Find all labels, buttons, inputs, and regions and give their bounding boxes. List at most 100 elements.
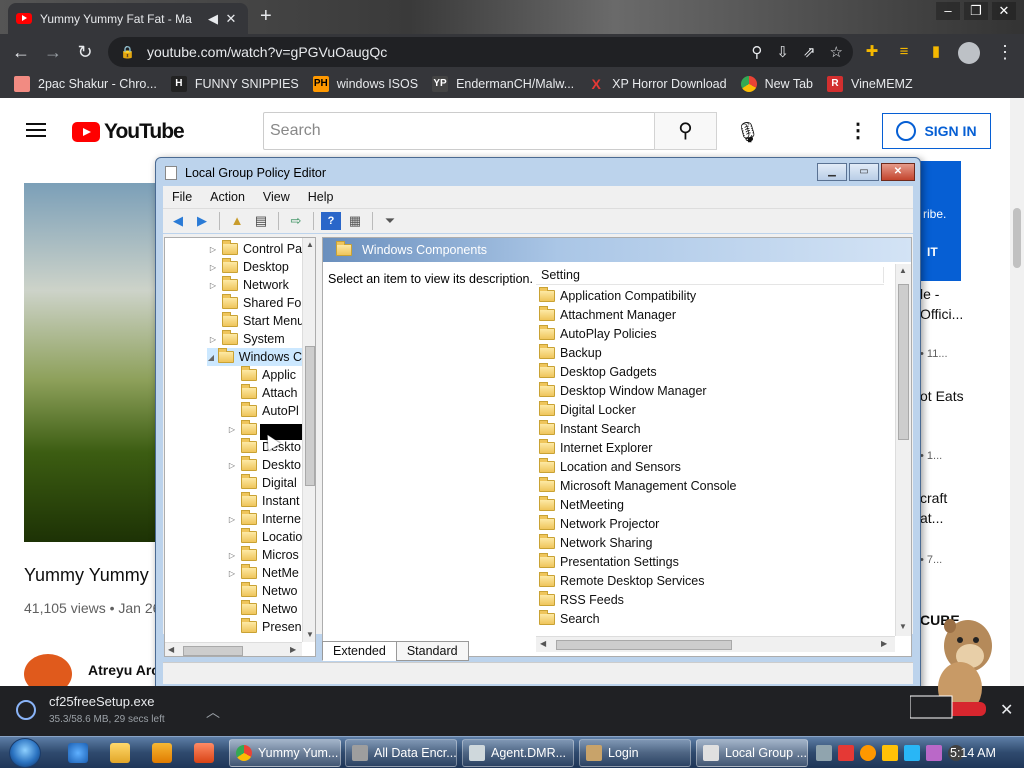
taskbar-item-encrypt[interactable]: All Data Encr...	[345, 739, 457, 767]
column-divider[interactable]	[883, 267, 884, 283]
list-item[interactable]: Desktop Window Manager	[536, 381, 891, 400]
tree-item[interactable]: Attach	[226, 384, 297, 402]
related-video-title[interactable]: le -	[920, 286, 939, 302]
tree-item[interactable]: ▷ Desktop	[207, 258, 289, 276]
minimize-icon[interactable]: ▁	[817, 163, 847, 181]
related-video-title[interactable]: at...	[920, 510, 943, 526]
tree-item[interactable]: ▷ Control Pa	[207, 240, 302, 258]
expand-arrow-icon[interactable]: ▷	[226, 461, 238, 470]
window-titlebar[interactable]: Local Group Policy Editor ▁ ▭ ✕	[156, 158, 920, 186]
list-item[interactable]: NetMeeting	[536, 495, 891, 514]
restore-icon[interactable]: ❐	[964, 2, 988, 20]
tray-app-icon[interactable]	[816, 745, 832, 761]
tray-search-icon[interactable]	[860, 745, 876, 761]
tree-item[interactable]: Netwo	[226, 582, 297, 600]
scroll-up-icon[interactable]: ▲	[306, 240, 314, 249]
chevron-up-icon[interactable]: ︿	[206, 702, 220, 722]
list-horizontal-scrollbar[interactable]: ◀ ▶	[536, 636, 895, 652]
tree-horizontal-scrollbar[interactable]: ◀ ▶	[165, 642, 302, 656]
tab-audio-icon[interactable]: ◀︎	[204, 11, 222, 27]
tree-item[interactable]: ▷ Interne	[226, 510, 301, 528]
bookmark-item[interactable]: YP EndermanCH/Malw...	[432, 76, 574, 92]
taskbar-item-chrome[interactable]: Yummy Yum...	[229, 739, 341, 767]
list-item[interactable]: Microsoft Management Console	[536, 476, 891, 495]
menu-view[interactable]: View	[263, 190, 290, 204]
scrollbar-thumb[interactable]	[183, 646, 243, 656]
maximize-icon[interactable]: ▭	[849, 163, 879, 181]
browser-tab[interactable]: Yummy Yummy Fat Fat - Ma ◀︎ ✕	[8, 3, 248, 34]
close-icon[interactable]: ✕	[992, 2, 1016, 20]
minimize-icon[interactable]: –	[936, 2, 960, 20]
youtube-search-button[interactable]: ⚲	[654, 112, 717, 150]
tab-close-icon[interactable]: ✕	[222, 11, 240, 27]
scroll-down-icon[interactable]: ▼	[306, 630, 314, 639]
related-video-title[interactable]: craft	[920, 490, 947, 506]
list-item[interactable]: Application Compatibility	[536, 286, 891, 305]
tree-item[interactable]: ▷ System	[207, 330, 285, 348]
taskbar-item-login[interactable]: Login	[579, 739, 691, 767]
bookmark-item[interactable]: X XP Horror Download	[588, 76, 727, 92]
youtube-search-input[interactable]: Search	[263, 112, 655, 150]
tab-extended[interactable]: Extended	[322, 641, 397, 661]
close-icon[interactable]: ✕	[881, 163, 915, 181]
forward-arrow-icon[interactable]: ▶	[192, 212, 212, 230]
tree-item[interactable]: ▷ NetMe	[226, 564, 299, 582]
menu-action[interactable]: Action	[210, 190, 245, 204]
profile-avatar-icon[interactable]	[958, 42, 980, 64]
more-options-icon[interactable]: ⋮	[848, 118, 868, 143]
new-tab-button[interactable]: +	[260, 6, 272, 26]
file-explorer-icon[interactable]	[110, 743, 130, 763]
video-player[interactable]	[24, 183, 160, 542]
reload-icon[interactable]: ↻	[70, 37, 100, 67]
download-progress-icon[interactable]	[16, 700, 36, 720]
scroll-left-icon[interactable]: ◀	[540, 639, 546, 648]
list-item[interactable]: Backup	[536, 343, 891, 362]
address-bar[interactable]: 🔒 youtube.com/watch?v=gPGVuOaugQc ⚲ ⇩ ⇗ …	[108, 37, 853, 67]
scroll-up-icon[interactable]: ▲	[899, 266, 907, 275]
filter-icon[interactable]: ⏷	[380, 212, 400, 230]
scroll-right-icon[interactable]: ▶	[881, 639, 887, 648]
youtube-logo[interactable]: YouTube	[72, 120, 185, 144]
tree-item[interactable]: Applic	[226, 366, 296, 384]
scrollbar-thumb[interactable]	[305, 346, 315, 486]
taskbar-clock[interactable]: 5:14 AM	[950, 746, 996, 760]
list-item[interactable]: Search	[536, 609, 891, 628]
list-item[interactable]: Network Sharing	[536, 533, 891, 552]
microphone-icon[interactable]: 🎙	[735, 120, 760, 145]
show-hide-tree-icon[interactable]: ▤	[251, 212, 271, 230]
scrollbar-thumb[interactable]	[556, 640, 732, 650]
tree-item[interactable]: Digital	[226, 474, 297, 492]
list-item[interactable]: Internet Explorer	[536, 438, 891, 457]
list-item[interactable]: Instant Search	[536, 419, 891, 438]
download-filename[interactable]: cf25freeSetup.exe	[49, 694, 155, 709]
scroll-right-icon[interactable]: ▶	[290, 645, 296, 654]
scrollbar-thumb[interactable]	[1013, 208, 1021, 268]
column-header-setting[interactable]: Setting	[536, 265, 884, 285]
tree-item[interactable]: Netwo	[226, 600, 297, 618]
list-item[interactable]: Location and Sensors	[536, 457, 891, 476]
back-arrow-icon[interactable]: ◀	[168, 212, 188, 230]
expand-arrow-icon[interactable]: ▷	[207, 245, 219, 254]
page-scrollbar[interactable]	[1010, 98, 1024, 686]
menu-file[interactable]: File	[172, 190, 192, 204]
app-icon[interactable]	[194, 743, 214, 763]
related-video-title[interactable]: Offici...	[920, 306, 963, 322]
side-panel-icon[interactable]: ▮	[926, 42, 946, 62]
list-item[interactable]: AutoPlay Policies	[536, 324, 891, 343]
taskbar-item-group-policy[interactable]: Local Group ...	[696, 739, 808, 767]
media-queue-icon[interactable]: ≡	[894, 42, 914, 62]
tree-item[interactable]: ▷ Micros	[226, 546, 299, 564]
bookmark-item[interactable]: New Tab	[740, 76, 813, 92]
expand-arrow-icon[interactable]: ▷	[226, 551, 238, 560]
export-list-icon[interactable]: ⇨	[286, 212, 306, 230]
tray-monitor-icon[interactable]	[904, 745, 920, 761]
tree-item[interactable]: Presen	[226, 618, 302, 636]
hamburger-menu-icon[interactable]	[26, 123, 46, 137]
sign-in-button[interactable]: SIGN IN	[882, 113, 991, 149]
expand-arrow-icon[interactable]: ▷	[226, 569, 238, 578]
tray-speaker-icon[interactable]	[926, 745, 942, 761]
tree-item-selected[interactable]: ◢ Windows C	[207, 348, 302, 366]
search-icon[interactable]: ⚲	[751, 43, 762, 61]
tray-v-icon[interactable]	[838, 745, 854, 761]
help-icon[interactable]: ?	[321, 212, 341, 230]
